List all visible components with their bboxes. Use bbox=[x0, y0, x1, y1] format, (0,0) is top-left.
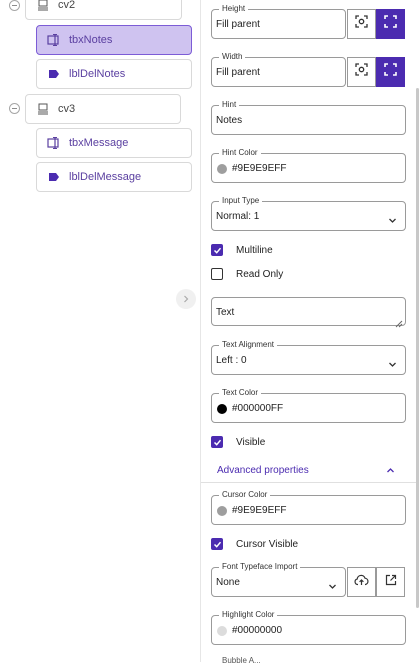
hint-value: Notes bbox=[216, 115, 243, 126]
text-alignment-value: Left : 0 bbox=[216, 355, 247, 366]
height-field[interactable]: Height Fill parent bbox=[211, 4, 346, 39]
multiline-label: Multiline bbox=[236, 244, 273, 256]
tree-node-label: tbxNotes bbox=[69, 34, 113, 46]
open-external-button[interactable] bbox=[376, 567, 405, 597]
tree-node-tbxNotes[interactable]: tbxNotes bbox=[36, 25, 192, 55]
width-field[interactable]: Width Fill parent bbox=[211, 52, 346, 87]
cursor-color-field[interactable]: Cursor Color #9E9E9EFF bbox=[211, 490, 406, 525]
chevron-down-icon bbox=[328, 578, 337, 589]
label-tag-icon bbox=[47, 67, 61, 81]
input-type-select[interactable]: Input Type Normal: 1 bbox=[211, 196, 406, 231]
width-wrap-button[interactable] bbox=[347, 57, 376, 87]
width-value: Fill parent bbox=[216, 67, 260, 78]
multiline-checkbox-row[interactable]: Multiline bbox=[211, 244, 273, 256]
cloud-upload-icon bbox=[354, 573, 369, 591]
wrap-content-icon bbox=[355, 15, 368, 33]
container-icon bbox=[36, 0, 50, 12]
highlight-color-value: #00000000 bbox=[232, 625, 283, 636]
hint-color-value: #9E9E9EFF bbox=[232, 163, 287, 174]
tree-node-cv2[interactable]: cv2 bbox=[25, 0, 182, 20]
chevron-up-icon bbox=[386, 466, 396, 476]
upload-font-button[interactable] bbox=[347, 567, 376, 597]
fill-parent-icon bbox=[384, 63, 397, 81]
text-color-swatch[interactable] bbox=[217, 404, 227, 414]
panel-toggle-button[interactable] bbox=[176, 289, 196, 309]
resize-handle-icon[interactable] bbox=[395, 315, 403, 328]
tree-node-label: tbxMessage bbox=[69, 137, 129, 149]
width-fill-button[interactable] bbox=[376, 57, 405, 87]
text-input[interactable]: Text bbox=[211, 297, 406, 328]
collapse-cv2-icon[interactable] bbox=[9, 0, 20, 11]
text-alignment-select[interactable]: Text Alignment Left : 0 bbox=[211, 340, 406, 375]
chevron-down-icon bbox=[388, 356, 397, 367]
external-link-icon bbox=[385, 573, 397, 591]
collapse-cv3-icon[interactable] bbox=[9, 103, 20, 114]
visible-checkbox[interactable] bbox=[211, 436, 223, 448]
tree-node-lblDelNotes[interactable]: lblDelNotes bbox=[36, 59, 192, 89]
fill-parent-icon bbox=[384, 15, 397, 33]
highlight-color-swatch[interactable] bbox=[217, 626, 227, 636]
height-label: Height bbox=[219, 4, 249, 14]
hint-color-swatch[interactable] bbox=[217, 164, 227, 174]
highlight-color-field[interactable]: Highlight Color #00000000 bbox=[211, 610, 406, 645]
text-alignment-label: Text Alignment bbox=[219, 340, 278, 350]
height-wrap-button[interactable] bbox=[347, 9, 376, 39]
text-value: Text bbox=[216, 307, 235, 318]
tree-node-label: cv2 bbox=[58, 0, 76, 11]
hint-color-field[interactable]: Hint Color #9E9E9EFF bbox=[211, 148, 406, 183]
multiline-checkbox[interactable] bbox=[211, 244, 223, 256]
hint-color-label: Hint Color bbox=[219, 148, 261, 158]
visible-label: Visible bbox=[236, 436, 266, 448]
cursor-visible-checkbox-row[interactable]: Cursor Visible bbox=[211, 538, 298, 550]
hint-label: Hint bbox=[219, 100, 240, 110]
read-only-label: Read Only bbox=[236, 268, 284, 280]
height-fill-button[interactable] bbox=[376, 9, 405, 39]
cursor-visible-label: Cursor Visible bbox=[236, 538, 299, 550]
textbox-icon bbox=[47, 33, 61, 47]
read-only-checkbox-row[interactable]: Read Only bbox=[211, 268, 283, 280]
text-color-field[interactable]: Text Color #000000FF bbox=[211, 388, 406, 423]
input-type-label: Input Type bbox=[219, 196, 263, 206]
read-only-checkbox[interactable] bbox=[211, 268, 223, 280]
height-value: Fill parent bbox=[216, 19, 260, 30]
cursor-visible-checkbox[interactable] bbox=[211, 538, 223, 550]
text-color-value: #000000FF bbox=[232, 403, 284, 414]
tree-node-label: cv3 bbox=[58, 103, 76, 115]
highlight-color-label: Highlight Color bbox=[219, 610, 278, 620]
cursor-color-label: Cursor Color bbox=[219, 490, 271, 500]
visible-checkbox-row[interactable]: Visible bbox=[211, 436, 265, 448]
input-type-value: Normal: 1 bbox=[216, 211, 260, 222]
font-typeface-value: None bbox=[216, 577, 240, 588]
panel-scrollbar[interactable] bbox=[416, 88, 419, 608]
label-tag-icon bbox=[47, 170, 61, 184]
tree-node-label: lblDelMessage bbox=[69, 171, 142, 183]
chevron-right-icon bbox=[182, 290, 190, 308]
hint-field[interactable]: Hint Notes bbox=[211, 100, 406, 135]
widget-tree: cv2 tbxNotes lblDelNotes cv3 tbxMessage … bbox=[0, 0, 200, 662]
tree-node-tbxMessage[interactable]: tbxMessage bbox=[36, 128, 192, 158]
textbox-icon bbox=[47, 136, 61, 150]
advanced-properties-title: Advanced properties bbox=[217, 465, 309, 476]
font-typeface-select[interactable]: Font Typeface Import None bbox=[211, 562, 346, 597]
cutoff-field-label: Bubble A... bbox=[222, 656, 261, 665]
advanced-properties-header[interactable]: Advanced properties bbox=[201, 459, 416, 483]
tree-node-lblDelMessage[interactable]: lblDelMessage bbox=[36, 162, 192, 192]
font-typeface-label: Font Typeface Import bbox=[219, 562, 301, 572]
width-label: Width bbox=[219, 52, 246, 62]
tree-node-label: lblDelNotes bbox=[69, 68, 126, 80]
text-color-label: Text Color bbox=[219, 388, 262, 398]
wrap-content-icon bbox=[355, 63, 368, 81]
cursor-color-value: #9E9E9EFF bbox=[232, 505, 287, 516]
chevron-down-icon bbox=[388, 212, 397, 223]
container-icon bbox=[36, 102, 50, 116]
cursor-color-swatch[interactable] bbox=[217, 506, 227, 516]
tree-node-cv3[interactable]: cv3 bbox=[25, 94, 181, 124]
